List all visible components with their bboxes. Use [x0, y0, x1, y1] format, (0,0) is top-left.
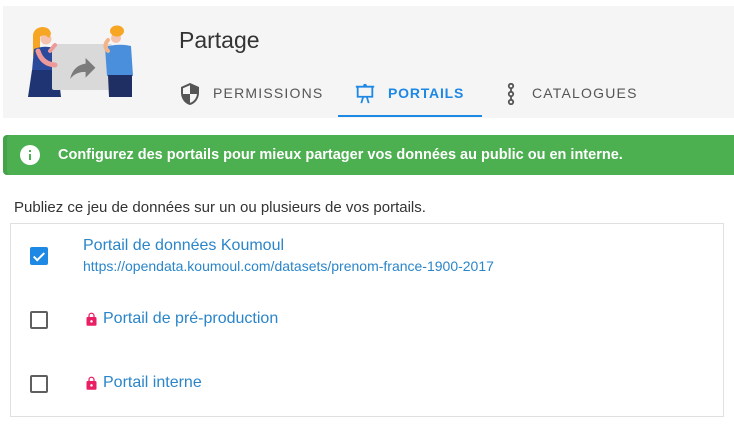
portal-url-link[interactable]: https://opendata.koumoul.com/datasets/pr… — [83, 258, 494, 274]
shield-icon — [178, 82, 202, 106]
portal-item: Portail de données Koumoul https://opend… — [11, 224, 723, 288]
portal-checkbox[interactable] — [30, 311, 48, 329]
lock-icon — [84, 312, 99, 327]
portal-title[interactable]: Portail de données Koumoul — [83, 236, 284, 256]
page-title: Partage — [179, 27, 260, 53]
tab-bar: PERMISSIONS PORTAILS CATALOGUES — [3, 72, 734, 118]
share-header: Partage PERMISSIONS PORTAILS CATALOGUES — [3, 6, 734, 118]
portal-title-row: Portail de pré-production — [83, 309, 278, 329]
portal-checkbox[interactable] — [30, 375, 48, 393]
portal-title[interactable]: Portail interne — [103, 373, 202, 393]
alert-message: Configurez des portails pour mieux parta… — [58, 147, 623, 163]
portal-title[interactable]: Portail de pré-production — [103, 309, 278, 329]
tab-portails[interactable]: PORTAILS — [338, 72, 482, 118]
lock-icon — [84, 376, 99, 391]
tab-portails-label: PORTAILS — [388, 85, 465, 101]
info-icon — [18, 143, 42, 167]
portal-title-row: Portail interne — [83, 373, 202, 393]
tab-permissions[interactable]: PERMISSIONS — [165, 72, 338, 118]
info-alert: Configurez des portails pour mieux parta… — [3, 135, 734, 175]
graph-dots-icon — [506, 83, 516, 105]
portal-list: Portail de données Koumoul https://opend… — [10, 223, 724, 417]
tab-catalogues[interactable]: CATALOGUES — [490, 72, 655, 118]
portal-title-row: Portail de données Koumoul — [83, 236, 284, 256]
tab-permissions-label: PERMISSIONS — [213, 85, 324, 101]
portal-checkbox[interactable] — [30, 247, 48, 265]
portal-item: Portail interne — [11, 352, 723, 416]
portal-item: Portail de pré-production — [11, 288, 723, 352]
presentation-icon — [354, 83, 376, 105]
tab-catalogues-label: CATALOGUES — [532, 85, 638, 101]
intro-text: Publiez ce jeu de données sur un ou plus… — [14, 199, 426, 216]
